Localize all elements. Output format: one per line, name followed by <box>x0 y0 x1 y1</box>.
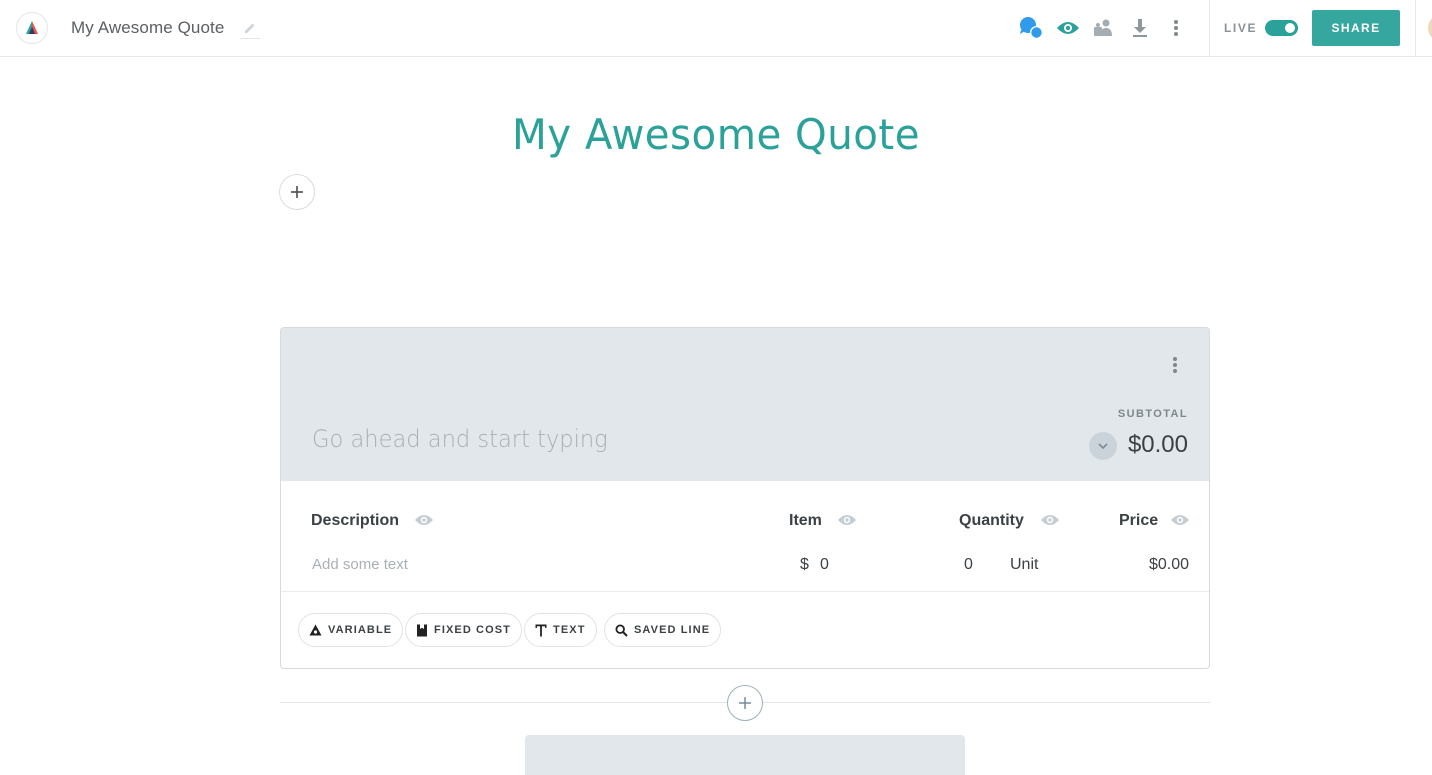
add-variable-button[interactable]: VARIABLE <box>298 613 404 647</box>
plus-icon <box>291 186 303 198</box>
row-divider <box>281 591 1209 592</box>
pencil-icon <box>245 23 255 33</box>
column-header-quantity: Quantity <box>959 512 1024 529</box>
eye-icon[interactable] <box>1040 513 1060 527</box>
eye-icon[interactable] <box>837 513 857 527</box>
section-title-input[interactable]: Go ahead and start typing <box>312 425 608 453</box>
subtotal-label: SUBTOTAL <box>1117 408 1188 420</box>
add-saved-line-button[interactable]: SAVED LINE <box>604 613 722 647</box>
more-vertical-icon <box>1173 357 1177 373</box>
block-menu-button[interactable] <box>1165 354 1185 376</box>
fixed-cost-icon <box>417 624 427 636</box>
document-title[interactable]: My Awesome Quote <box>71 18 224 38</box>
toolbar-divider <box>1209 0 1210 57</box>
download-icon <box>1133 19 1147 37</box>
comments-button[interactable] <box>1017 14 1045 42</box>
avatar[interactable] <box>1428 14 1432 42</box>
page-title[interactable]: My Awesome Quote <box>29 110 1404 159</box>
column-header-description: Description <box>311 512 400 529</box>
eye-icon[interactable] <box>1170 513 1190 527</box>
download-button[interactable] <box>1126 14 1154 42</box>
quantity-input[interactable]: 0 <box>964 556 973 574</box>
currency-symbol: $ <box>800 556 809 573</box>
quote-block-header: Go ahead and start typing SUBTOTAL $0.00 <box>281 328 1209 481</box>
add-saved-line-label: SAVED LINE <box>634 624 711 636</box>
logo-icon <box>26 21 38 34</box>
live-label: LIVE <box>1224 21 1258 35</box>
eye-icon[interactable] <box>414 513 434 527</box>
preview-button[interactable] <box>1054 14 1082 42</box>
add-section-button[interactable] <box>727 685 763 721</box>
add-variable-label: VARIABLE <box>328 624 393 636</box>
add-block-button[interactable] <box>279 174 315 210</box>
column-header-item: Item <box>789 512 822 529</box>
subtotal-value: $0.00 <box>1127 431 1188 458</box>
add-fixed-cost-button[interactable]: FIXED COST <box>405 613 523 647</box>
users-icon <box>1094 19 1112 36</box>
add-fixed-cost-label: FIXED COST <box>434 624 512 636</box>
chevron-down-icon <box>1098 443 1108 449</box>
collaborators-button[interactable] <box>1090 14 1118 42</box>
quote-block: Go ahead and start typing SUBTOTAL $0.00… <box>280 327 1210 669</box>
subtotal-expand-button[interactable] <box>1089 432 1117 460</box>
top-bar: My Awesome Quote LIVE SHARE <box>0 0 1432 57</box>
live-toggle[interactable] <box>1265 20 1298 36</box>
variable-icon <box>309 624 322 636</box>
add-text-button[interactable]: TEXT <box>524 613 597 647</box>
chat-bubbles-icon <box>1020 17 1043 39</box>
toolbar-divider-right <box>1415 0 1416 57</box>
next-block-preview <box>525 735 965 775</box>
description-input[interactable]: Add some text <box>312 556 408 573</box>
add-text-label: TEXT <box>553 624 586 636</box>
line-price: $0.00 <box>1148 556 1189 573</box>
text-icon <box>535 624 547 636</box>
unit-select[interactable]: Unit <box>1010 556 1038 574</box>
more-options-button[interactable] <box>1162 14 1190 42</box>
edit-title-button[interactable] <box>240 18 260 39</box>
search-icon <box>615 623 628 637</box>
more-vertical-icon <box>1174 20 1178 36</box>
share-button[interactable]: SHARE <box>1312 10 1400 46</box>
plus-icon <box>739 697 751 709</box>
item-cost-input[interactable]: 0 <box>820 556 829 574</box>
toggle-knob <box>1285 23 1295 33</box>
column-header-price: Price <box>1119 512 1159 529</box>
eye-icon <box>1057 22 1079 34</box>
app-logo[interactable] <box>16 12 48 44</box>
